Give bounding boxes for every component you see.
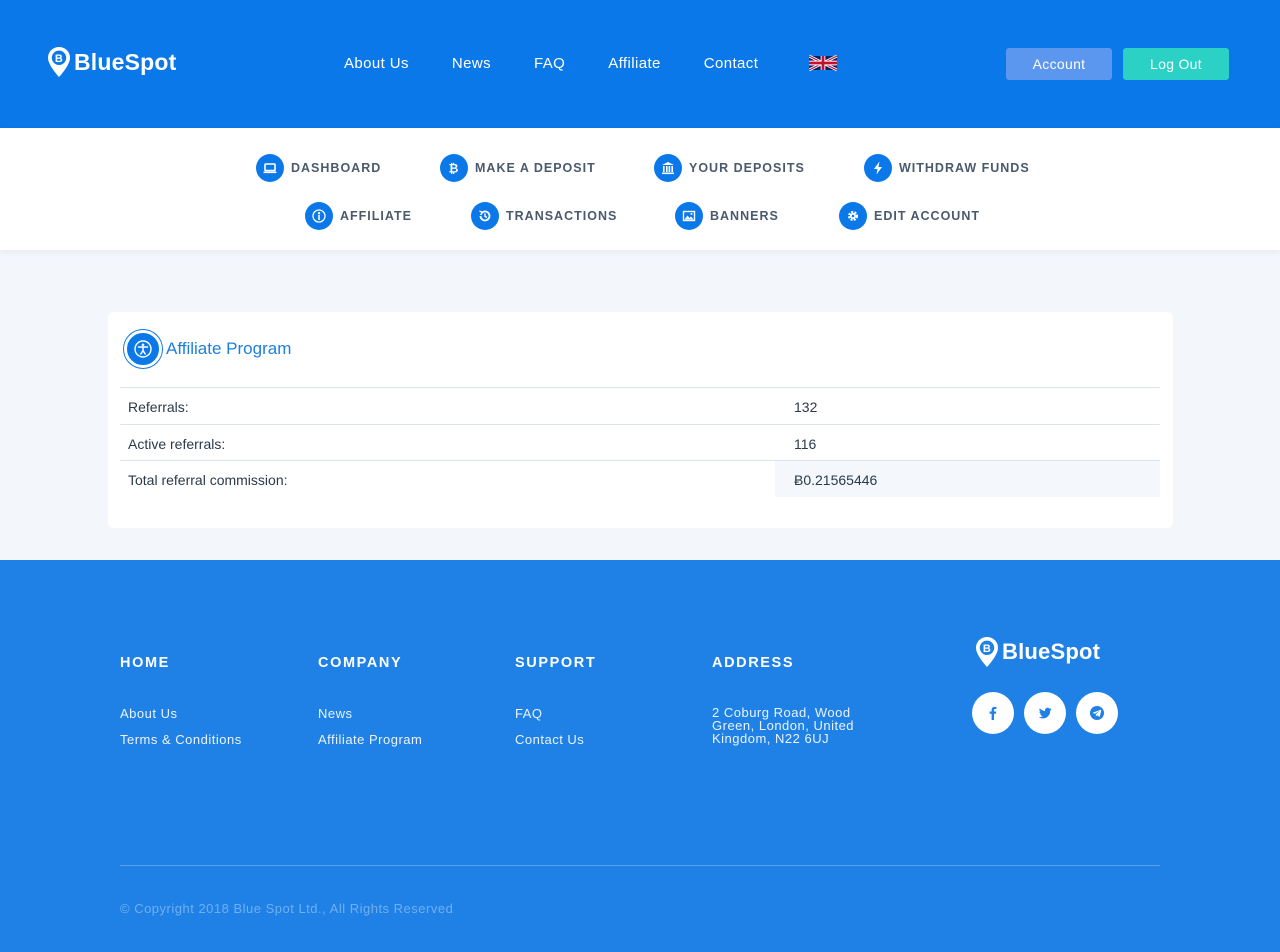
- stat-label: Total referral commission:: [128, 472, 288, 488]
- footer-link-affiliate-program[interactable]: Affiliate Program: [318, 732, 422, 747]
- footer-heading: ADDRESS: [712, 655, 795, 671]
- lightning-icon: [864, 154, 892, 182]
- footer-link-faq[interactable]: FAQ: [515, 706, 596, 721]
- card-title: Affiliate Program: [166, 339, 292, 358]
- footer-link-news[interactable]: News: [318, 706, 422, 721]
- facebook-icon[interactable]: [972, 692, 1014, 734]
- menu-affiliate[interactable]: AFFILIATE: [305, 202, 412, 230]
- menu-your-deposits-label: YOUR DEPOSITS: [689, 161, 805, 175]
- menu-make-deposit[interactable]: ₿ MAKE A DEPOSIT: [440, 154, 596, 182]
- stat-value: Ƀ0.21565446: [794, 472, 878, 488]
- footer-heading: COMPANY: [318, 655, 403, 671]
- table-row: Active referrals: 116: [120, 423, 1160, 461]
- footer-link-about-us[interactable]: About Us: [120, 706, 242, 721]
- menu-transactions-label: TRANSACTIONS: [506, 209, 618, 223]
- nav-contact[interactable]: Contact: [704, 55, 759, 72]
- table-row: Referrals: 132: [120, 387, 1160, 424]
- brand-logo-text: BlueSpot: [74, 48, 177, 75]
- menu-withdraw-funds-label: WITHDRAW FUNDS: [899, 161, 1030, 175]
- footer-heading: SUPPORT: [515, 655, 597, 671]
- bank-icon: [654, 154, 682, 182]
- footer-logo-text: BlueSpot: [1002, 639, 1101, 664]
- menu-dashboard-label: DASHBOARD: [291, 161, 382, 175]
- menu-affiliate-label: AFFILIATE: [340, 209, 412, 223]
- nav-about-us[interactable]: About Us: [344, 55, 409, 72]
- card-header: Affiliate Program: [124, 330, 291, 368]
- footer-column-home: HOME About Us Terms & Conditions: [120, 655, 242, 758]
- accessibility-icon: [124, 330, 162, 368]
- nav-faq[interactable]: FAQ: [534, 55, 565, 72]
- location-pin-icon: B: [46, 46, 72, 78]
- history-icon: [471, 202, 499, 230]
- menu-banners[interactable]: BANNERS: [675, 202, 779, 230]
- menu-banners-label: BANNERS: [710, 209, 779, 223]
- logout-button[interactable]: Log Out: [1123, 48, 1229, 80]
- social-links: [972, 692, 1128, 734]
- stat-value: 116: [794, 435, 817, 452]
- stat-value: 132: [794, 399, 818, 415]
- footer-heading: HOME: [120, 655, 170, 671]
- site-footer: HOME About Us Terms & Conditions COMPANY…: [0, 560, 1280, 952]
- footer-logo[interactable]: B BlueSpot: [974, 636, 1100, 668]
- site-header: B BlueSpot About Us News FAQ Affiliate C…: [0, 0, 1280, 128]
- brand-logo[interactable]: B BlueSpot: [46, 46, 177, 78]
- bitcoin-icon: ₿: [440, 154, 468, 182]
- nav-news[interactable]: News: [452, 55, 491, 72]
- svg-text:₿: ₿: [449, 162, 460, 176]
- menu-dashboard[interactable]: DASHBOARD: [256, 154, 381, 182]
- nav-affiliate[interactable]: Affiliate: [608, 55, 661, 72]
- menu-make-deposit-label: MAKE A DEPOSIT: [475, 161, 596, 175]
- menu-withdraw-funds[interactable]: WITHDRAW FUNDS: [864, 154, 1030, 182]
- menu-your-deposits[interactable]: YOUR DEPOSITS: [654, 154, 805, 182]
- laptop-icon: [256, 154, 284, 182]
- footer-link-contact-us[interactable]: Contact Us: [515, 732, 596, 747]
- stat-label: Active referrals:: [128, 435, 226, 452]
- menu-edit-account[interactable]: EDIT ACCOUNT: [839, 202, 980, 230]
- person-icon: [305, 202, 333, 230]
- svg-text:B: B: [55, 53, 63, 65]
- account-menu: DASHBOARD ₿ MAKE A DEPOSIT YOUR DEPOSITS…: [0, 128, 1280, 250]
- menu-transactions[interactable]: TRANSACTIONS: [471, 202, 617, 230]
- gear-icon: [839, 202, 867, 230]
- footer-column-address: ADDRESS 2 Coburg Road, Wood Green, Londo…: [712, 655, 872, 745]
- footer-column-company: COMPANY News Affiliate Program: [318, 655, 422, 758]
- twitter-icon[interactable]: [1024, 692, 1066, 734]
- footer-divider: [120, 865, 1160, 866]
- svg-text:B: B: [983, 643, 991, 655]
- copyright-text: © Copyright 2018 Blue Spot Ltd., All Rig…: [120, 901, 454, 916]
- stat-label: Referrals:: [128, 399, 189, 415]
- image-icon: [675, 202, 703, 230]
- uk-flag-icon[interactable]: [809, 54, 838, 72]
- footer-link-terms[interactable]: Terms & Conditions: [120, 732, 242, 747]
- location-pin-icon: B: [974, 636, 1000, 668]
- footer-address: 2 Coburg Road, Wood Green, London, Unite…: [712, 705, 855, 746]
- affiliate-program-card: Affiliate Program Referrals: 132 Active …: [108, 312, 1173, 528]
- menu-edit-account-label: EDIT ACCOUNT: [874, 209, 980, 223]
- account-button[interactable]: Account: [1006, 48, 1112, 80]
- telegram-icon[interactable]: [1076, 692, 1118, 734]
- table-row: Total referral commission: Ƀ0.21565446: [120, 460, 1160, 497]
- footer-column-support: SUPPORT FAQ Contact Us: [515, 655, 596, 758]
- affiliate-stats-table: Referrals: 132 Active referrals: 116 Tot…: [120, 387, 1160, 497]
- main-nav: About Us News FAQ Affiliate Contact: [344, 54, 838, 72]
